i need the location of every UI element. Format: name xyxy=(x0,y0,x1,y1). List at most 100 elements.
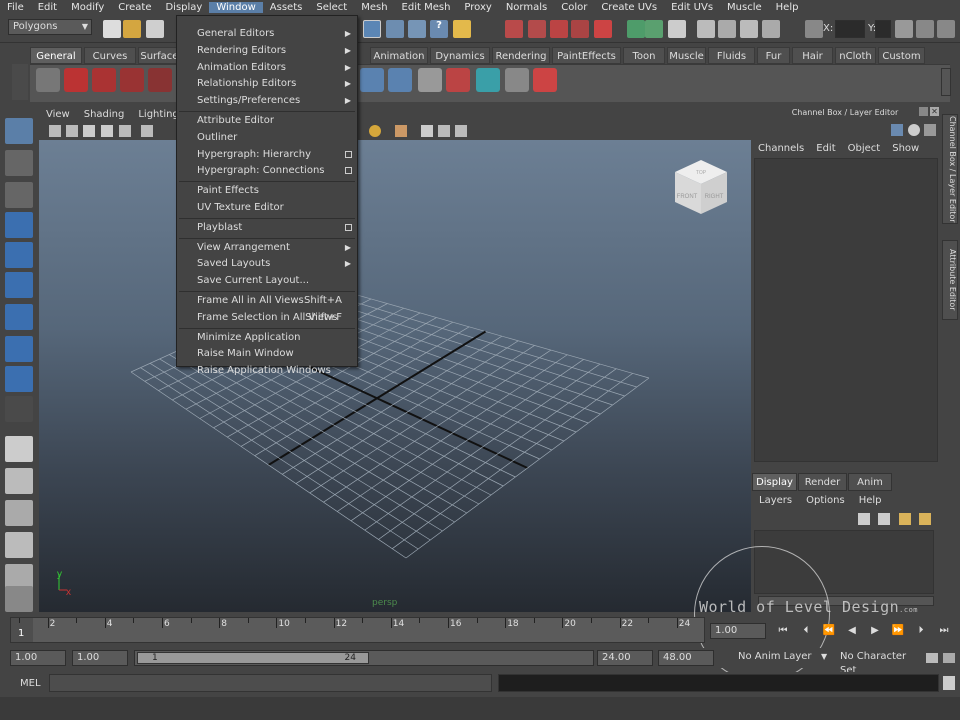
show-hide-icon[interactable] xyxy=(668,20,686,38)
menu-proxy[interactable]: Proxy xyxy=(457,2,498,13)
render-icon[interactable] xyxy=(36,68,60,92)
menu-create-uvs[interactable]: Create UVs xyxy=(594,2,664,13)
step-forward-frame-icon[interactable]: ⏵ xyxy=(912,624,930,638)
new-layer-icon-4[interactable] xyxy=(919,513,931,525)
channel-box-icon-2[interactable] xyxy=(908,124,920,136)
shelf-tab-ncloth[interactable]: nCloth xyxy=(835,47,876,64)
range-slider-handle[interactable]: 1 24 xyxy=(137,652,369,664)
window-menu-attribute-editor[interactable]: Attribute Editor xyxy=(177,113,357,129)
layer-tab-render[interactable]: Render xyxy=(798,473,847,491)
option-box-icon[interactable] xyxy=(345,150,352,158)
film-icon-1[interactable] xyxy=(92,68,116,92)
close-icon[interactable]: ✕ xyxy=(930,107,939,116)
menu-muscle[interactable]: Muscle xyxy=(720,2,769,13)
manipulator-tool-icon[interactable] xyxy=(5,304,33,330)
menu-edit-mesh[interactable]: Edit Mesh xyxy=(395,2,458,13)
scale-tool-icon[interactable] xyxy=(5,272,33,298)
view-cube[interactable]: TOP FRONT RIGHT xyxy=(671,158,731,221)
film-icon-2[interactable] xyxy=(120,68,144,92)
shelf-tab-muscle[interactable]: Muscle xyxy=(667,47,706,64)
perspective-viewport[interactable]: TOP FRONT RIGHT y x persp xyxy=(39,140,751,612)
option-box-icon[interactable] xyxy=(345,167,352,175)
shelf-tab-toon[interactable]: Toon xyxy=(623,47,665,64)
end-time-field[interactable]: 48.00 xyxy=(658,650,714,666)
window-menu-frame-selection-in-all-views[interactable]: Frame Selection in All Views Shift+F xyxy=(177,310,357,326)
play-forwards-icon[interactable]: ▶ xyxy=(866,624,884,638)
window-menu-outliner[interactable]: Outliner xyxy=(177,130,357,146)
render-current-icon[interactable] xyxy=(528,20,546,38)
menu-mesh[interactable]: Mesh xyxy=(354,2,394,13)
lock-icon[interactable] xyxy=(453,20,471,38)
last-tool-icon[interactable] xyxy=(5,366,33,392)
current-time-field[interactable]: 1.00 xyxy=(710,623,766,639)
camera-select-icon[interactable] xyxy=(49,125,61,137)
channel-box-toggle-icon[interactable] xyxy=(895,20,913,38)
shelf-tab-custom[interactable]: Custom xyxy=(878,47,925,64)
2d-pan-icon[interactable] xyxy=(119,125,131,137)
start-time-field[interactable]: 1.00 xyxy=(10,650,66,666)
window-menu-settings-preferences[interactable]: Settings/Preferences ▶ xyxy=(177,93,357,109)
menu-normals[interactable]: Normals xyxy=(499,2,554,13)
step-back-frame-icon[interactable]: ⏴ xyxy=(797,624,815,638)
layer-menu-help[interactable]: Help xyxy=(852,495,889,506)
shelf-tab-curves[interactable]: Curves xyxy=(84,47,136,64)
ipr-render-icon[interactable] xyxy=(550,20,568,38)
camera-attr-icon[interactable] xyxy=(66,125,78,137)
open-scene-icon[interactable] xyxy=(123,20,141,38)
menu-set-dropdown[interactable]: Polygons ▼ xyxy=(8,19,92,35)
menu-edit[interactable]: Edit xyxy=(31,2,64,13)
menu-edit-uvs[interactable]: Edit UVs xyxy=(664,2,720,13)
menu-modify[interactable]: Modify xyxy=(64,2,111,13)
channel-box-menu-channels[interactable]: Channels xyxy=(752,143,810,154)
window-menu-uv-texture-editor[interactable]: UV Texture Editor xyxy=(177,200,357,216)
xray-icon[interactable] xyxy=(421,125,433,137)
character-set-dropdown[interactable]: No Character Set xyxy=(836,650,922,676)
persp-graph-layout-icon[interactable] xyxy=(5,532,33,558)
image-plane-icon[interactable] xyxy=(101,125,113,137)
menu-display[interactable]: Display xyxy=(158,2,209,13)
shelf-tool-icon-4[interactable] xyxy=(446,68,470,92)
menu-file[interactable]: File xyxy=(0,2,31,13)
shelf-menu-handle[interactable] xyxy=(12,64,28,100)
playback-end-field[interactable]: 24.00 xyxy=(597,650,653,666)
shelf-tab-painteffects[interactable]: PaintEffects xyxy=(552,47,621,64)
anim-layer-dropdown[interactable]: No Anim Layer xyxy=(734,650,830,666)
time-slider[interactable]: 1 2 4 6 8 10 12 14 16 18 20 22 24 xyxy=(10,617,705,643)
window-menu-hypergraph-connections[interactable]: Hypergraph: Connections xyxy=(177,163,357,179)
rotate-tool-icon[interactable] xyxy=(5,242,33,268)
step-forward-key-icon[interactable]: ⏩ xyxy=(889,624,907,638)
single-perspective-layout-icon[interactable] xyxy=(5,436,33,462)
layer-menu-layers[interactable]: Layers xyxy=(752,495,799,506)
window-menu-view-arrangement[interactable]: View Arrangement ▶ xyxy=(177,240,357,256)
four-view-layout-icon[interactable] xyxy=(5,468,33,494)
shelf-tool-icon-6[interactable] xyxy=(505,68,529,92)
film-icon-3[interactable] xyxy=(148,68,172,92)
shelf-tab-rendering[interactable]: Rendering xyxy=(492,47,550,64)
custom-layout-icon[interactable] xyxy=(5,586,33,612)
channel-box-menu-edit[interactable]: Edit xyxy=(810,143,841,154)
lasso-tool-icon[interactable] xyxy=(5,150,33,176)
step-back-key-icon[interactable]: ⏪ xyxy=(820,624,838,638)
command-input[interactable] xyxy=(49,674,492,692)
y-label-field[interactable] xyxy=(875,20,891,38)
window-menu-playblast[interactable]: Playblast xyxy=(177,220,357,236)
save-scene-icon[interactable] xyxy=(146,20,164,38)
transform-input-icon[interactable] xyxy=(805,20,823,38)
bookmark-icon[interactable] xyxy=(83,125,95,137)
sidebar-toggle-3-icon[interactable] xyxy=(740,20,758,38)
script-editor-icon[interactable] xyxy=(943,676,955,690)
tool-settings-toggle-icon[interactable] xyxy=(937,20,955,38)
window-menu-save-current-layout[interactable]: Save Current Layout... xyxy=(177,273,357,289)
window-menu-minimize-application[interactable]: Minimize Application xyxy=(177,330,357,346)
channel-box-icon-1[interactable] xyxy=(891,124,903,136)
shelf-tab-animation[interactable]: Animation xyxy=(370,47,428,64)
float-panel-icon[interactable] xyxy=(919,107,928,116)
shelf-tab-general[interactable]: General xyxy=(30,47,82,64)
snap-point-icon[interactable] xyxy=(408,20,426,38)
shelf-tab-hair[interactable]: Hair xyxy=(792,47,833,64)
render-settings-icon[interactable] xyxy=(571,20,589,38)
window-menu-rendering-editors[interactable]: Rendering Editors ▶ xyxy=(177,43,357,59)
shelf-tool-icon-1[interactable] xyxy=(360,68,384,92)
layer-menu-options[interactable]: Options xyxy=(799,495,852,506)
layer-tab-anim[interactable]: Anim xyxy=(848,473,892,491)
